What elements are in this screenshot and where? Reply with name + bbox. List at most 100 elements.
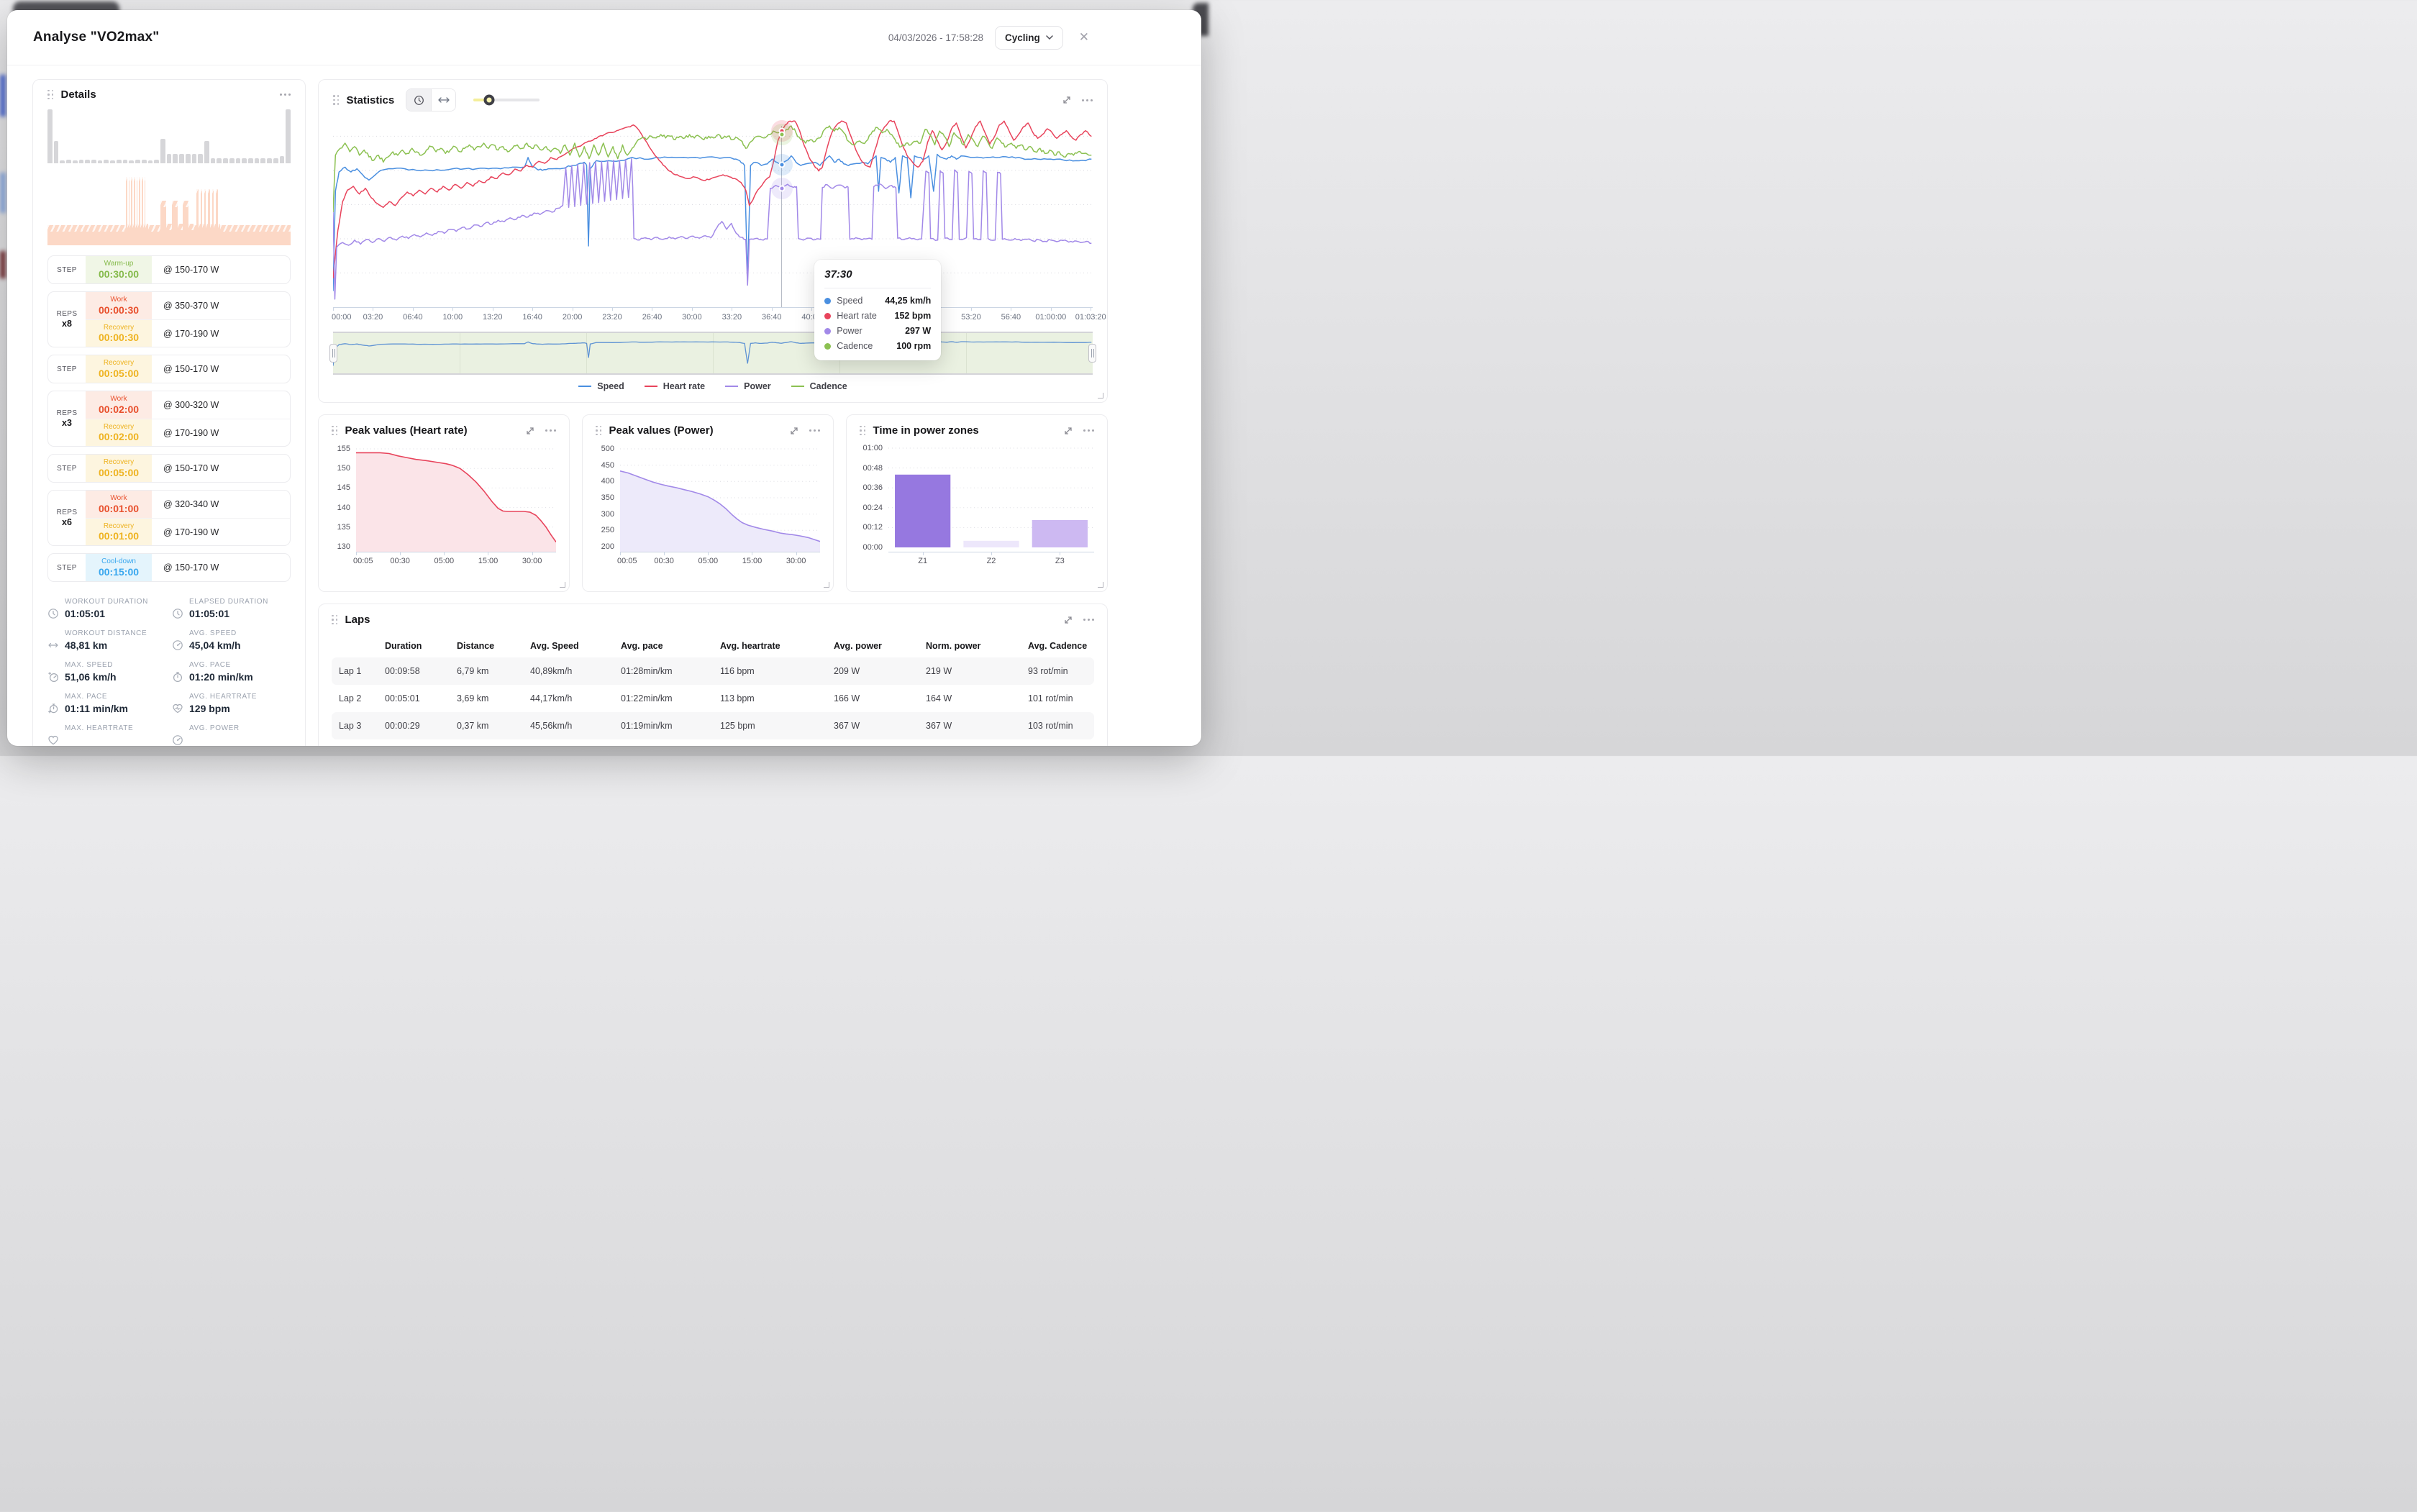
analysis-modal: Analyse "VO2max" 04/03/2026 - 17:58:28 C… — [7, 10, 1201, 746]
legend-item[interactable]: Speed — [578, 381, 624, 391]
axis-tick-label: 15:00 — [742, 557, 763, 565]
distance-mode-button[interactable] — [431, 89, 455, 111]
time-mode-button[interactable] — [406, 89, 431, 111]
workout-step[interactable]: STEPCool-down00:15:00@ 150-170 W — [47, 553, 291, 582]
more-menu-icon[interactable] — [1082, 99, 1093, 101]
drag-handle-icon[interactable] — [332, 615, 338, 625]
step-kind-label: REPS — [57, 509, 78, 516]
minimap-left-handle[interactable] — [329, 344, 337, 363]
workout-step[interactable]: STEPRecovery00:05:00@ 150-170 W — [47, 355, 291, 383]
step-target: @ 150-170 W — [152, 355, 290, 383]
zoom-slider-knob[interactable] — [484, 95, 495, 106]
chart-minimap[interactable] — [333, 332, 1093, 375]
drag-handle-icon[interactable] — [332, 426, 338, 436]
mini-bar — [229, 158, 235, 164]
mini-bar — [66, 160, 71, 163]
clock-icon — [172, 608, 183, 619]
workout-stat-label: AVG. POWER — [189, 724, 291, 732]
more-menu-icon[interactable] — [809, 429, 820, 432]
gauge-icon — [172, 639, 183, 651]
expand-icon[interactable] — [1062, 95, 1072, 105]
tooltip-row: Speed44,25 km/h — [824, 296, 931, 306]
table-row[interactable]: Lap 200:05:013,69 km44,17km/h01:22min/km… — [332, 685, 1094, 712]
zoom-slider[interactable] — [473, 99, 540, 101]
workout-step[interactable]: REPSx6Work00:01:00@ 320-340 WRecovery00:… — [47, 490, 291, 546]
workout-step[interactable]: STEPWarm-up00:30:00@ 150-170 W — [47, 255, 291, 284]
y-axis-label: 500 — [601, 445, 614, 453]
workout-step[interactable]: REPSx8Work00:00:30@ 350-370 WRecovery00:… — [47, 291, 291, 347]
y-axis-label: 145 — [337, 483, 350, 492]
step-duration-cell: Cool-down00:15:00 — [86, 554, 152, 581]
step-reps-count: x6 — [62, 517, 72, 527]
y-axis-label: 450 — [601, 461, 614, 470]
sport-select[interactable]: Cycling — [995, 26, 1063, 50]
step-row: Recovery00:01:00@ 170-190 W — [86, 518, 290, 545]
drag-handle-icon[interactable] — [47, 90, 54, 100]
axis-tick — [664, 552, 665, 555]
mini-bar — [260, 158, 265, 164]
axis-tick-label: 00:30 — [390, 557, 410, 565]
laps-cell: Lap 3 — [332, 721, 378, 731]
axis-tick — [971, 307, 972, 311]
table-row[interactable]: Lap 100:09:586,79 km40,89km/h01:28min/km… — [332, 657, 1094, 685]
step-kind: STEP — [48, 355, 86, 383]
more-menu-icon[interactable] — [280, 94, 291, 96]
axis-tick-label: 00:00 — [332, 313, 352, 322]
minimap-right-handle[interactable] — [1088, 344, 1096, 363]
mini-bar — [123, 160, 128, 163]
tooltip-series-label: Heart rate — [837, 311, 877, 321]
expand-icon[interactable] — [1063, 615, 1073, 625]
workout-step[interactable]: STEPRecovery00:05:00@ 150-170 W — [47, 454, 291, 483]
laps-cell: 01:19min/km — [614, 721, 713, 731]
drag-handle-icon[interactable] — [596, 426, 602, 436]
peak-power-chart — [620, 444, 820, 552]
y-axis-label: 155 — [337, 445, 350, 453]
legend-swatch — [645, 386, 657, 387]
step-duration: 00:02:00 — [99, 431, 139, 442]
y-axis-label: 135 — [337, 523, 350, 532]
table-row[interactable]: Lap 400:00:310,4 km46,8km/h01:17min/km13… — [332, 739, 1094, 746]
legend-item[interactable]: Heart rate — [645, 381, 705, 391]
laps-cell: 125 bpm — [713, 721, 827, 731]
crosshair-dot — [778, 162, 785, 168]
step-row: Recovery00:02:00@ 170-190 W — [86, 419, 290, 446]
statistics-chart[interactable] — [333, 117, 1093, 307]
legend-item[interactable]: Cadence — [791, 381, 847, 391]
resize-handle[interactable] — [1098, 582, 1103, 588]
workout-stat-label: MAX. HEARTRATE — [65, 724, 166, 732]
legend-item[interactable]: Power — [725, 381, 771, 391]
expand-icon[interactable] — [525, 426, 535, 436]
xaxis-mode-toggle — [406, 88, 456, 111]
step-row: Work00:02:00@ 300-320 W — [86, 391, 290, 419]
close-icon[interactable]: ✕ — [1075, 29, 1093, 46]
profile-segment — [160, 201, 166, 245]
more-menu-icon[interactable] — [1083, 429, 1094, 432]
resize-handle[interactable] — [1098, 393, 1103, 399]
drag-handle-icon[interactable] — [860, 426, 866, 436]
workout-stat-value: 01:05:01 — [65, 608, 105, 619]
mini-bar — [47, 109, 53, 163]
mini-bar — [117, 160, 122, 163]
mini-bar — [167, 154, 172, 163]
expand-icon[interactable] — [789, 426, 799, 436]
resize-handle[interactable] — [560, 582, 565, 588]
expand-icon[interactable] — [1063, 426, 1073, 436]
more-menu-icon[interactable] — [545, 429, 556, 432]
distance-icon — [47, 639, 59, 651]
axis-tick-label: 20:00 — [563, 313, 583, 322]
step-kind-label: STEP — [57, 365, 77, 373]
peak-heartrate-panel: Peak values (Heart rate) 130135140145150… — [318, 414, 570, 592]
workout-stat: ELAPSED DURATION01:05:01 — [172, 598, 291, 619]
step-duration: 00:01:00 — [99, 503, 139, 514]
laps-cell: 164 W — [919, 693, 1021, 703]
laps-cell: 219 W — [919, 666, 1021, 676]
laps-cell: 00:09:58 — [378, 666, 450, 676]
legend-swatch — [725, 386, 738, 387]
workout-step[interactable]: REPSx3Work00:02:00@ 300-320 WRecovery00:… — [47, 391, 291, 447]
table-row[interactable]: Lap 300:00:290,37 km45,56km/h01:19min/km… — [332, 712, 1094, 739]
resize-handle[interactable] — [824, 582, 829, 588]
more-menu-icon[interactable] — [1083, 619, 1094, 621]
drag-handle-icon[interactable] — [333, 95, 340, 105]
step-duration-cell: Recovery00:02:00 — [86, 419, 152, 446]
axis-tick-label: 33:20 — [722, 313, 742, 322]
